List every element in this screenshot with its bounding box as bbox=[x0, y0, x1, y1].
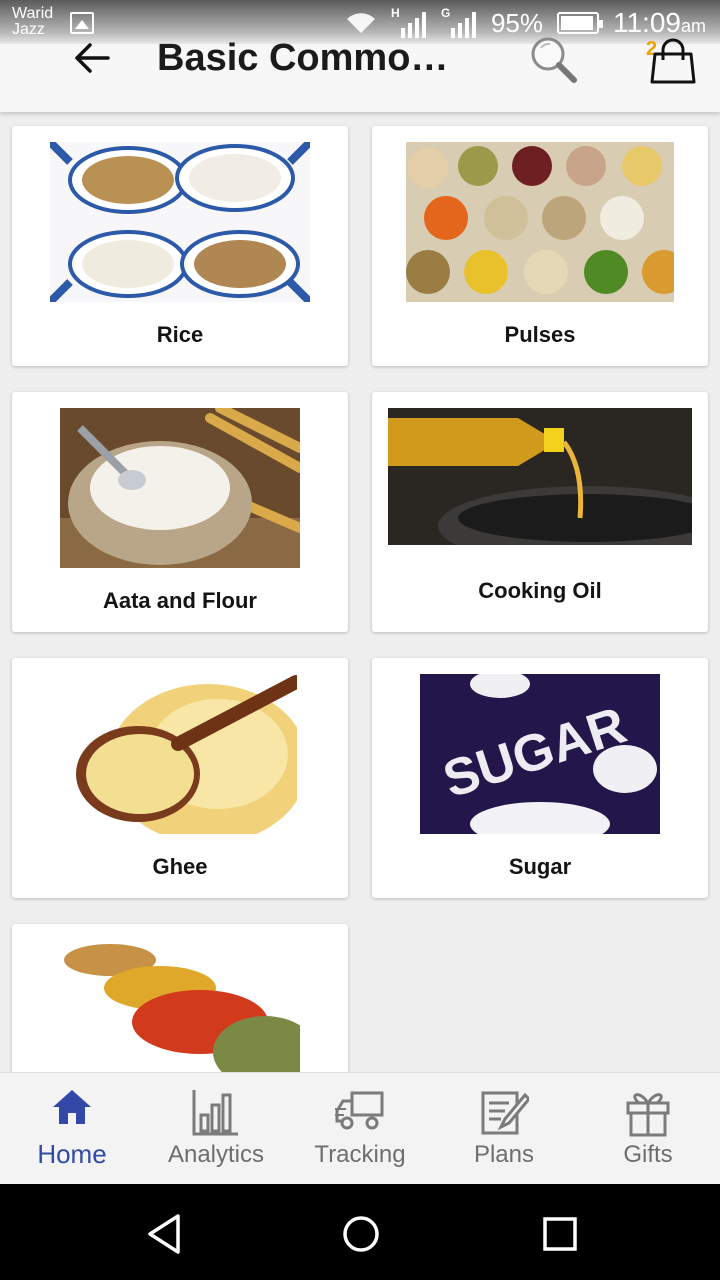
sugar-image: SUGAR bbox=[420, 674, 660, 834]
back-arrow-icon bbox=[75, 43, 110, 73]
app-bar: Warid Jazz H G 95% 11:09am Basic Commo… bbox=[0, 0, 720, 112]
category-card-spices[interactable] bbox=[12, 924, 348, 1072]
pulses-image bbox=[406, 142, 674, 302]
plans-icon bbox=[481, 1091, 529, 1135]
signal-icon: G bbox=[441, 6, 477, 38]
home-icon bbox=[53, 1090, 91, 1124]
rice-image bbox=[50, 142, 310, 302]
system-back-icon[interactable] bbox=[142, 1212, 186, 1256]
nav-plans[interactable]: Plans bbox=[432, 1073, 576, 1185]
system-recents-icon[interactable] bbox=[538, 1212, 582, 1256]
back-button[interactable] bbox=[68, 36, 116, 80]
category-label: Sugar bbox=[508, 854, 572, 879]
cart-button[interactable]: 2 bbox=[640, 34, 700, 90]
wifi-icon bbox=[345, 11, 377, 35]
category-label: Ghee bbox=[152, 854, 208, 879]
category-label: Pulses bbox=[504, 322, 576, 347]
battery-icon bbox=[556, 12, 603, 34]
category-card-sugar[interactable]: SUGAR Sugar bbox=[372, 658, 708, 898]
category-label: Cooking Oil bbox=[478, 578, 602, 603]
bottom-navigation: Home Analytics Tracking Plans Gifts bbox=[0, 1072, 720, 1184]
category-label: Aata and Flour bbox=[102, 588, 257, 613]
cooking-oil-image bbox=[388, 408, 692, 545]
system-home-icon[interactable] bbox=[339, 1212, 383, 1256]
flour-image bbox=[60, 408, 300, 568]
category-label: Rice bbox=[156, 322, 204, 347]
category-card-pulses[interactable]: Pulses bbox=[372, 126, 708, 366]
search-button[interactable] bbox=[526, 32, 580, 86]
signal-icon: H bbox=[391, 6, 427, 38]
spices-image bbox=[60, 940, 300, 1072]
page-title: Basic Commo… bbox=[157, 37, 449, 79]
nav-gifts[interactable]: Gifts bbox=[576, 1073, 720, 1185]
category-card-cooking-oil[interactable]: Cooking Oil bbox=[372, 392, 708, 632]
carrier-name: Warid Jazz bbox=[12, 5, 54, 38]
ghee-image bbox=[68, 674, 297, 834]
image-notification-icon bbox=[70, 12, 94, 34]
category-card-ghee[interactable]: Ghee bbox=[12, 658, 348, 898]
nav-analytics[interactable]: Analytics bbox=[144, 1073, 288, 1185]
category-grid: Rice Pulses Aata and Flour Cooking Oil G… bbox=[0, 112, 720, 1072]
category-card-aata-and-flour[interactable]: Aata and Flour bbox=[12, 392, 348, 632]
gift-icon bbox=[626, 1093, 670, 1137]
analytics-icon bbox=[192, 1090, 238, 1136]
search-icon bbox=[531, 37, 577, 83]
shopping-bag-icon bbox=[650, 38, 696, 84]
category-card-rice[interactable]: Rice bbox=[12, 126, 348, 366]
system-navigation-bar bbox=[0, 1184, 720, 1280]
nav-home[interactable]: Home bbox=[0, 1073, 144, 1185]
nav-tracking[interactable]: Tracking bbox=[288, 1073, 432, 1185]
truck-icon bbox=[335, 1091, 384, 1130]
